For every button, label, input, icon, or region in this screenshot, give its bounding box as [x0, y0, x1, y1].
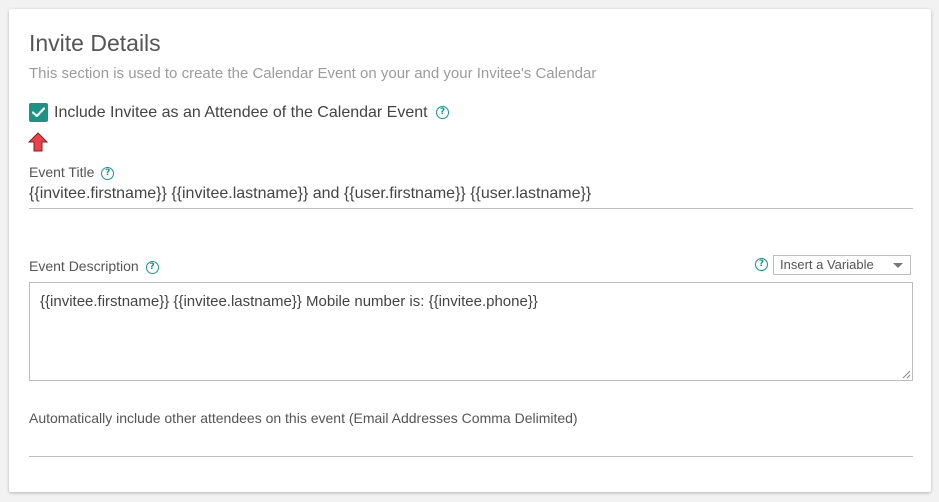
insert-variable-label: Insert a Variable [780, 257, 874, 272]
event-title-label-row: Event Title ? [29, 164, 115, 180]
section-subtitle: This section is used to create the Calen… [29, 65, 597, 82]
other-attendees-input[interactable] [29, 433, 913, 455]
other-attendees-label: Automatically include other attendees on… [29, 410, 578, 426]
event-title-label: Event Title [29, 164, 95, 180]
check-icon [32, 107, 45, 118]
help-icon[interactable]: ? [755, 258, 768, 271]
chevron-down-icon [893, 263, 903, 268]
insert-variable-select[interactable]: Insert a Variable [773, 255, 911, 275]
include-invitee-label-row: Include Invitee as an Attendee of the Ca… [54, 104, 450, 122]
include-invitee-label: Include Invitee as an Attendee of the Ca… [54, 104, 428, 121]
event-title-input[interactable]: {{invitee.firstname}} {{invitee.lastname… [29, 185, 591, 203]
help-icon[interactable]: ? [436, 106, 450, 120]
include-invitee-checkbox[interactable] [29, 103, 48, 122]
event-description-label-row: Event Description ? [29, 258, 159, 274]
event-title-underline [29, 208, 913, 209]
help-icon[interactable]: ? [145, 260, 159, 274]
resize-grip-icon[interactable] [902, 370, 911, 379]
help-icon[interactable]: ? [101, 166, 115, 180]
event-description-textarea[interactable]: {{invitee.firstname}} {{invitee.lastname… [29, 282, 913, 381]
event-description-value: {{invitee.firstname}} {{invitee.lastname… [40, 293, 538, 310]
red-arrow-up-icon [27, 132, 49, 152]
section-title: Invite Details [29, 30, 161, 56]
event-description-label: Event Description [29, 258, 139, 274]
other-attendees-underline [29, 456, 913, 457]
invite-details-card: Invite Details This section is used to c… [9, 9, 931, 492]
